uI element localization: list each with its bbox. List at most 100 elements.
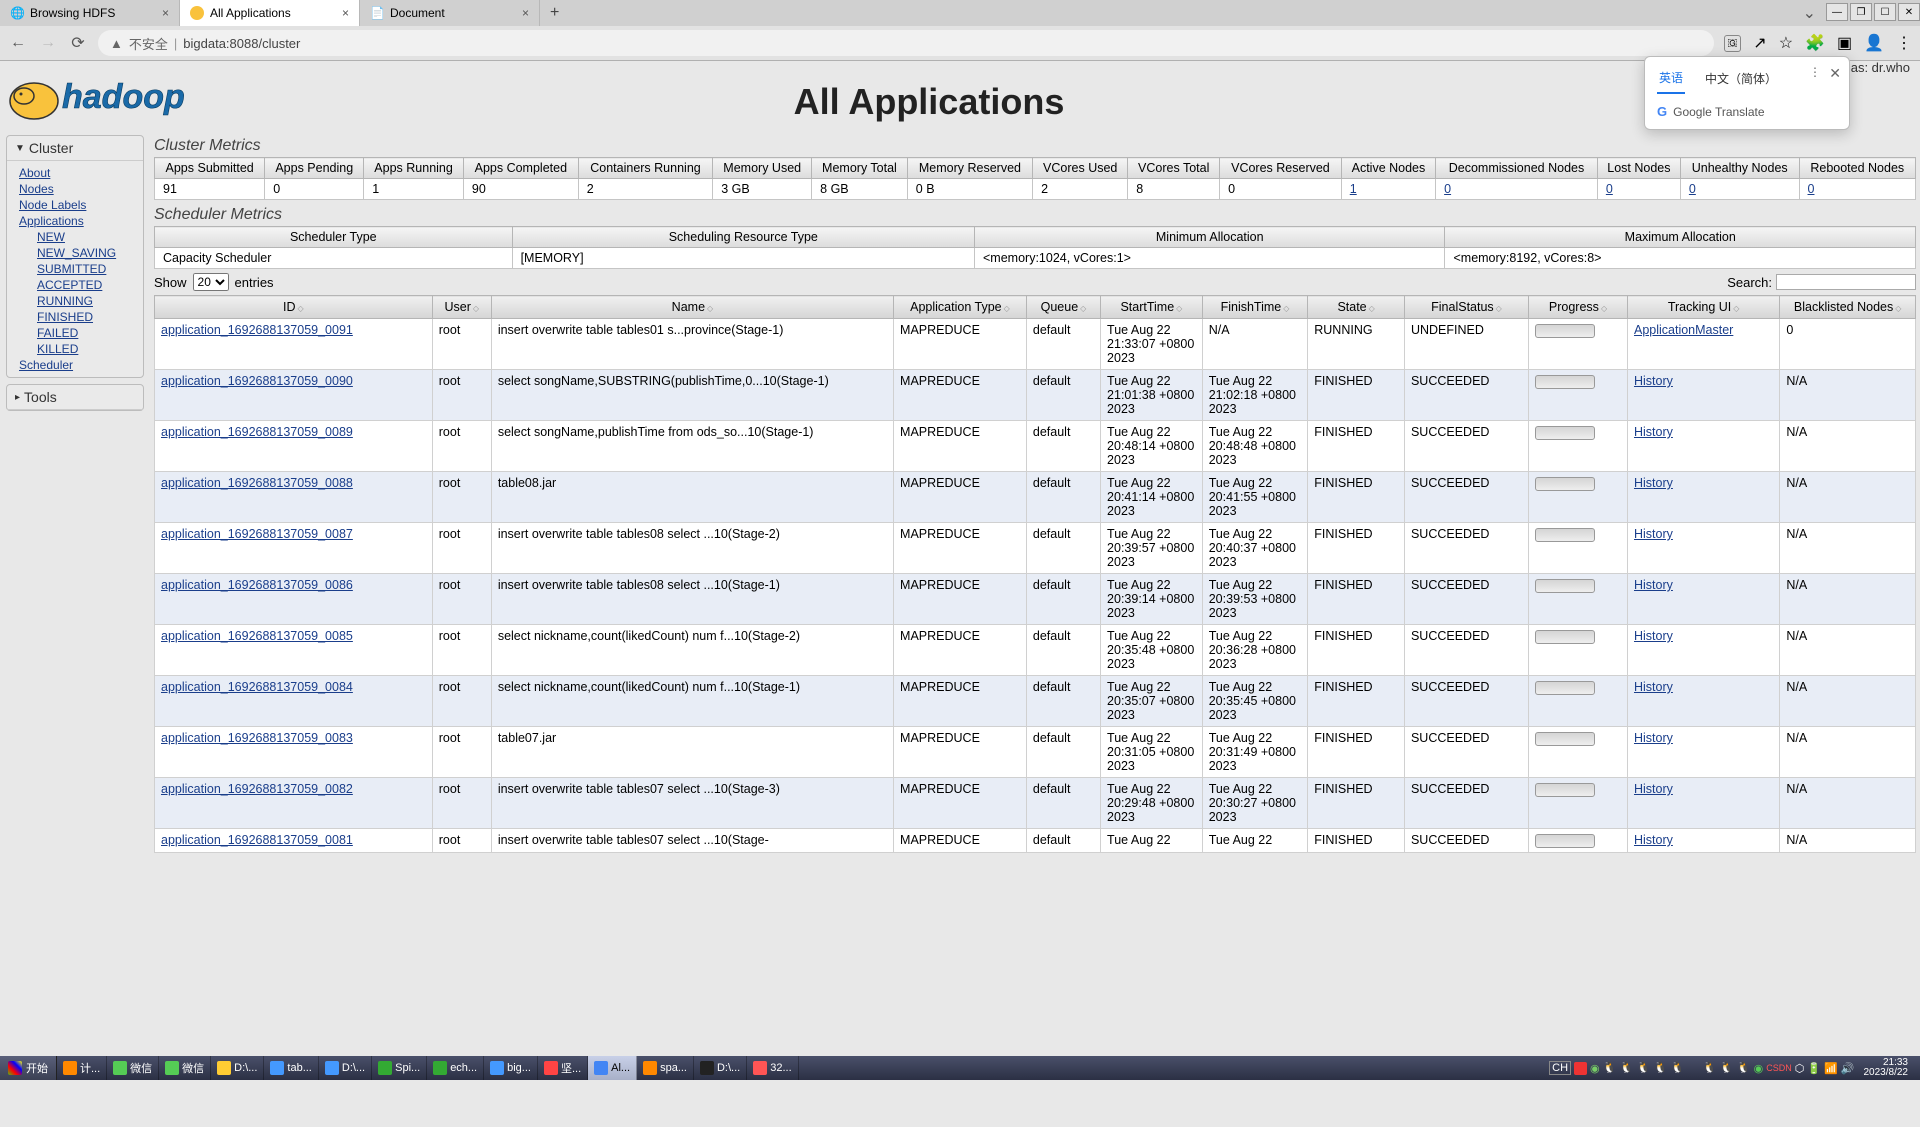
tray-icon[interactable]: 🔋: [1807, 1062, 1821, 1075]
tab-all-applications[interactable]: All Applications ×: [180, 0, 360, 26]
wechat-icon[interactable]: ◉: [1754, 1062, 1764, 1075]
apps-column-header[interactable]: FinishTime◇: [1202, 296, 1308, 319]
sidebar-scheduler[interactable]: Scheduler: [19, 357, 131, 373]
tracking-link[interactable]: History: [1634, 782, 1673, 796]
app-id-link[interactable]: application_1692688137059_0084: [161, 680, 353, 694]
metrics-link[interactable]: 0: [1689, 182, 1696, 196]
app-id-link[interactable]: application_1692688137059_0090: [161, 374, 353, 388]
new-tab-button[interactable]: +: [540, 4, 569, 22]
url-input[interactable]: ▲ 不安全 | bigdata:8088/cluster: [98, 30, 1714, 56]
csdn-icon[interactable]: CSDN: [1766, 1063, 1792, 1073]
translate-icon[interactable]: 🇬: [1724, 35, 1742, 52]
taskbar-item[interactable]: spa...: [637, 1056, 694, 1080]
sidebar-about[interactable]: About: [19, 165, 131, 181]
close-icon[interactable]: ×: [522, 6, 529, 20]
apps-column-header[interactable]: Progress◇: [1529, 296, 1628, 319]
tracking-link[interactable]: History: [1634, 425, 1673, 439]
taskbar-item[interactable]: Spi...: [372, 1056, 427, 1080]
page-size-select[interactable]: 20: [193, 273, 229, 291]
lang-indicator[interactable]: CH: [1549, 1061, 1571, 1075]
sidebar-state-killed[interactable]: KILLED: [37, 341, 131, 357]
taskbar-item[interactable]: 32...: [747, 1056, 798, 1080]
taskbar-item[interactable]: 微信: [107, 1056, 159, 1080]
back-button[interactable]: ←: [8, 33, 28, 53]
app-id-link[interactable]: application_1692688137059_0085: [161, 629, 353, 643]
apps-column-header[interactable]: Name◇: [491, 296, 893, 319]
qq-icon[interactable]: 🐧: [1703, 1061, 1717, 1075]
clock[interactable]: 21:33 2023/8/22: [1858, 1058, 1915, 1079]
app-id-link[interactable]: application_1692688137059_0086: [161, 578, 353, 592]
qq-icon[interactable]: 🐧: [1671, 1061, 1685, 1075]
forward-button[interactable]: →: [38, 33, 58, 53]
taskbar-item[interactable]: D:\...: [211, 1056, 264, 1080]
tray-icon[interactable]: ◉: [1590, 1062, 1600, 1075]
metrics-link[interactable]: 0: [1606, 182, 1613, 196]
apps-column-header[interactable]: Blacklisted Nodes◇: [1780, 296, 1916, 319]
tray-icon[interactable]: 📶: [1824, 1062, 1838, 1075]
tracking-link[interactable]: History: [1634, 578, 1673, 592]
sidebar-state-submitted[interactable]: SUBMITTED: [37, 261, 131, 277]
tray-icon[interactable]: [1574, 1062, 1587, 1075]
tracking-link[interactable]: History: [1634, 629, 1673, 643]
metrics-link[interactable]: 0: [1808, 182, 1815, 196]
tracking-link[interactable]: History: [1634, 374, 1673, 388]
star-icon[interactable]: ☆: [1779, 33, 1793, 53]
metrics-link[interactable]: 0: [1444, 182, 1451, 196]
sidebar-state-failed[interactable]: FAILED: [37, 325, 131, 341]
tracking-link[interactable]: History: [1634, 527, 1673, 541]
sidebar-nodes[interactable]: Nodes: [19, 181, 131, 197]
close-icon[interactable]: ×: [342, 6, 349, 20]
minimize-button[interactable]: —: [1826, 3, 1848, 21]
profile-icon[interactable]: 👤: [1864, 33, 1884, 53]
qq-icon[interactable]: 🐧: [1654, 1061, 1668, 1075]
sidebar-state-accepted[interactable]: ACCEPTED: [37, 277, 131, 293]
sidebar-node-labels[interactable]: Node Labels: [19, 197, 131, 213]
tracking-link[interactable]: History: [1634, 476, 1673, 490]
tracking-link[interactable]: History: [1634, 680, 1673, 694]
app-id-link[interactable]: application_1692688137059_0088: [161, 476, 353, 490]
tracking-link[interactable]: ApplicationMaster: [1634, 323, 1733, 337]
qq-icon[interactable]: 🐧: [1720, 1061, 1734, 1075]
translate-tab-chinese[interactable]: 中文（简体）: [1703, 68, 1779, 93]
taskbar-item[interactable]: 计...: [57, 1056, 107, 1080]
sidebar-tools-header[interactable]: ▸Tools: [7, 385, 143, 410]
system-tray[interactable]: CH ◉ 🐧 🐧 🐧 🐧 🐧 🐧 🐧 🐧 ◉ CSDN ⬡ 🔋 📶 🔊 21:3…: [1543, 1058, 1920, 1079]
taskbar-item[interactable]: D:\...: [319, 1056, 372, 1080]
reload-button[interactable]: ⟳: [68, 33, 88, 53]
hadoop-logo[interactable]: hadoop hadoop: [0, 61, 238, 131]
taskbar-item[interactable]: tab...: [264, 1056, 318, 1080]
taskbar-item[interactable]: D:\...: [694, 1056, 747, 1080]
apps-column-header[interactable]: Queue◇: [1026, 296, 1100, 319]
translate-more-icon[interactable]: ⋮: [1809, 65, 1821, 79]
qq-icon[interactable]: 🐧: [1603, 1061, 1617, 1075]
chevron-down-icon[interactable]: ⌄: [1795, 3, 1824, 23]
apps-column-header[interactable]: State◇: [1308, 296, 1405, 319]
app-id-link[interactable]: application_1692688137059_0083: [161, 731, 353, 745]
search-input[interactable]: [1776, 274, 1916, 290]
tracking-link[interactable]: History: [1634, 731, 1673, 745]
tray-icon[interactable]: ⬡: [1795, 1062, 1805, 1075]
extensions-icon[interactable]: 🧩: [1805, 33, 1825, 53]
sidebar-state-new[interactable]: NEW: [37, 229, 131, 245]
apps-column-header[interactable]: User◇: [432, 296, 491, 319]
sidebar-state-running[interactable]: RUNNING: [37, 293, 131, 309]
menu-icon[interactable]: ⋮: [1896, 33, 1912, 53]
qq-icon[interactable]: 🐧: [1637, 1061, 1651, 1075]
apps-column-header[interactable]: Application Type◇: [894, 296, 1027, 319]
close-button[interactable]: ✕: [1898, 3, 1920, 21]
sidebar-state-new-saving[interactable]: NEW_SAVING: [37, 245, 131, 261]
taskbar-item[interactable]: Al...: [588, 1056, 637, 1080]
tab-document[interactable]: 📄 Document ×: [360, 0, 540, 26]
apps-column-header[interactable]: FinalStatus◇: [1404, 296, 1528, 319]
app-id-link[interactable]: application_1692688137059_0089: [161, 425, 353, 439]
app-id-link[interactable]: application_1692688137059_0082: [161, 782, 353, 796]
apps-column-header[interactable]: ID◇: [155, 296, 433, 319]
close-icon[interactable]: ×: [162, 6, 169, 20]
side-panel-icon[interactable]: ▣: [1837, 33, 1852, 53]
app-id-link[interactable]: application_1692688137059_0081: [161, 833, 353, 847]
taskbar-item[interactable]: big...: [484, 1056, 538, 1080]
app-id-link[interactable]: application_1692688137059_0091: [161, 323, 353, 337]
sidebar-state-finished[interactable]: FINISHED: [37, 309, 131, 325]
tray-icon[interactable]: 🔊: [1841, 1062, 1855, 1075]
restore-button[interactable]: ❐: [1850, 3, 1872, 21]
